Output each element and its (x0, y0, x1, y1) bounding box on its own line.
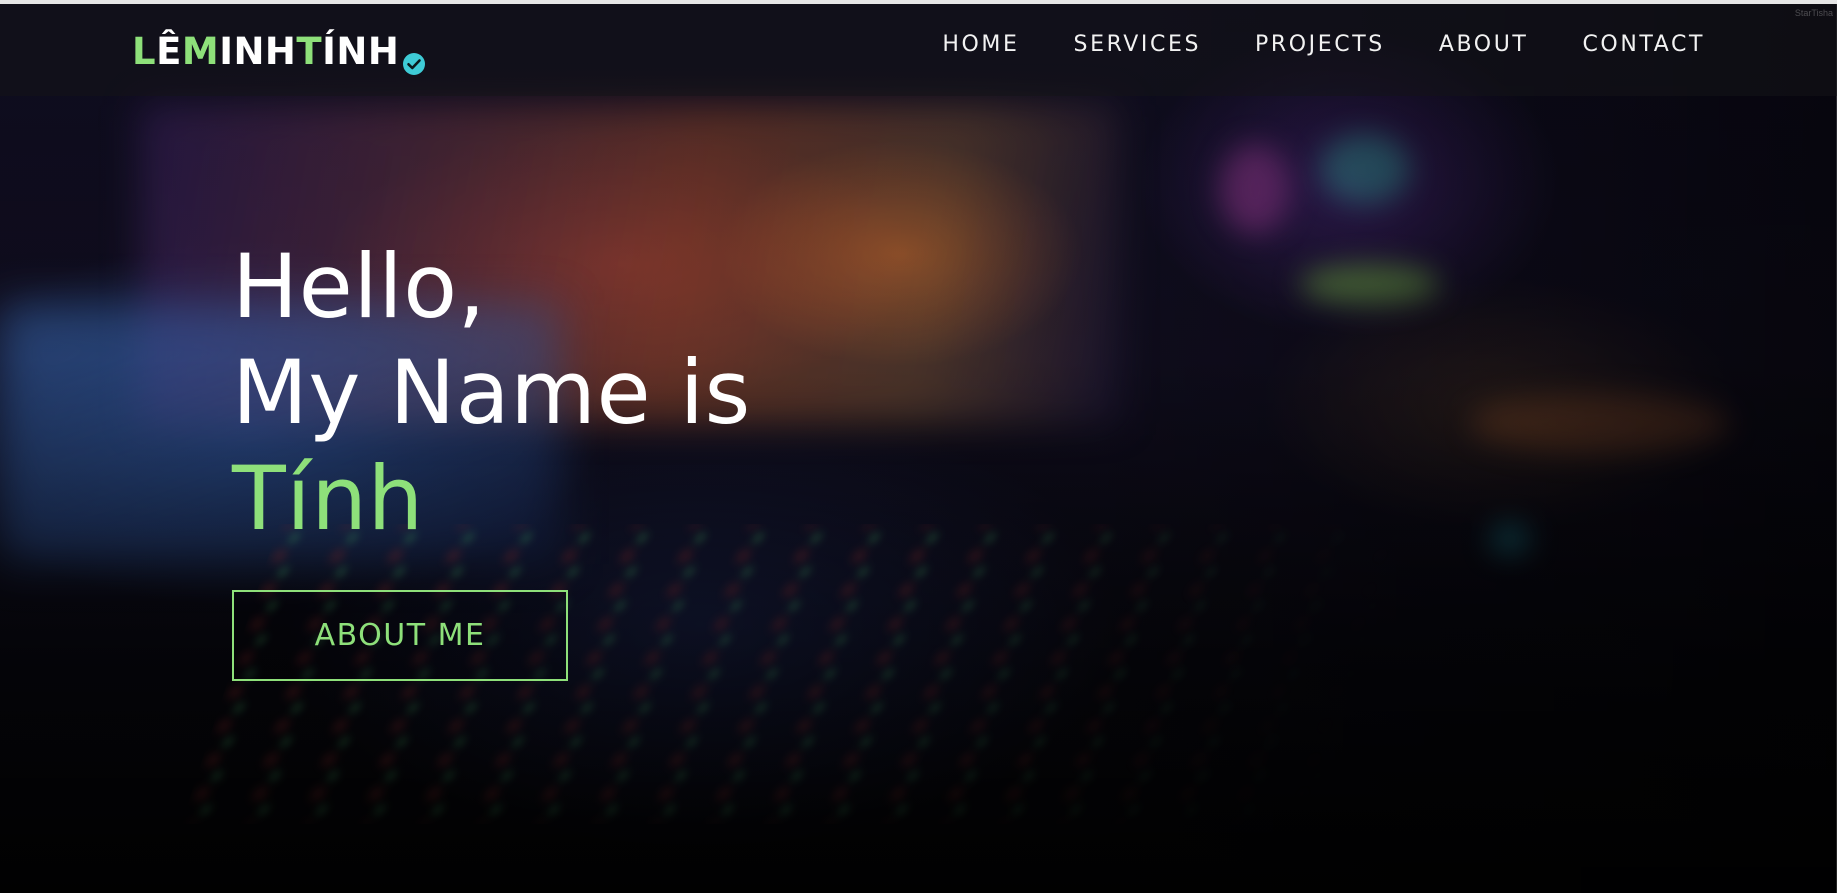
nav-home-link[interactable]: HOME (942, 32, 1019, 57)
hero-section: Hello, My Name is Tính ABOUT ME (232, 234, 751, 681)
page: LÊ M INH T ÍNH HOME SERVICES PROJECTS ABOU… (0, 0, 1837, 893)
about-me-button[interactable]: ABOUT ME (232, 590, 568, 681)
logo-letter: M (181, 30, 220, 73)
hero-greeting: Hello, (232, 235, 487, 338)
nav-projects-link[interactable]: PROJECTS (1255, 32, 1385, 57)
site-logo[interactable]: LÊ M INH T ÍNH (132, 30, 426, 75)
main-nav: HOME SERVICES PROJECTS ABOUT CONTACT (942, 32, 1705, 57)
verified-check-icon (402, 42, 426, 75)
logo-text: Ê (156, 30, 182, 73)
watermark: StarTisha (1794, 8, 1833, 18)
logo-letter: T (296, 30, 323, 73)
logo-text: INH (219, 30, 297, 73)
logo-letter: L (132, 30, 157, 73)
logo-text: ÍNH (322, 30, 400, 73)
nav-services-link[interactable]: SERVICES (1074, 32, 1202, 57)
hero-heading: Hello, My Name is Tính (232, 234, 751, 552)
navbar: LÊ M INH T ÍNH HOME SERVICES PROJECTS ABOU… (0, 4, 1837, 96)
hero-name: Tính (232, 447, 424, 550)
nav-contact-link[interactable]: CONTACT (1582, 32, 1705, 57)
nav-about-link[interactable]: ABOUT (1439, 32, 1529, 57)
hero-intro: My Name is (232, 341, 751, 444)
